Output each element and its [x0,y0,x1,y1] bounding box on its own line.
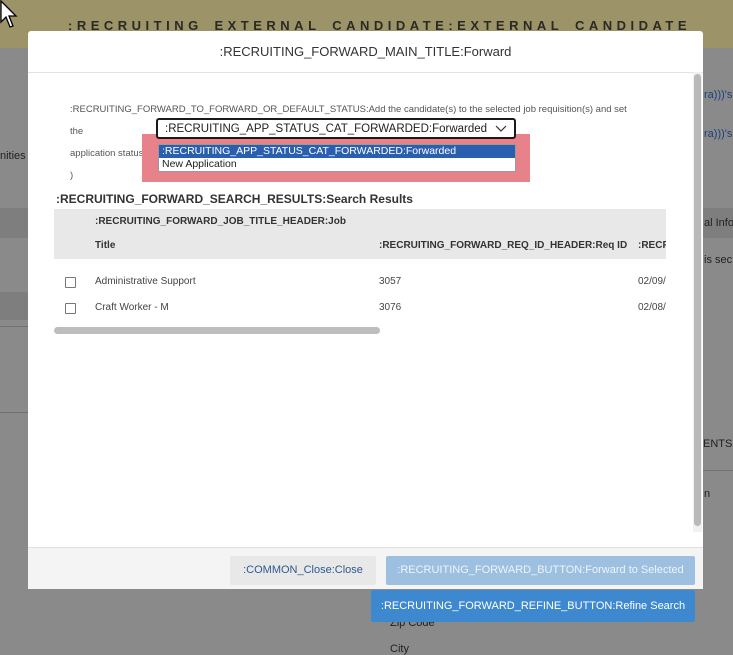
search-results-title: :RECRUITING_FORWARD_SEARCH_RESULTS:Searc… [56,192,413,206]
row-checkbox[interactable] [65,277,76,288]
table-row: Craft Worker - M 3076 02/08/ [54,294,666,320]
row-checkbox[interactable] [65,303,76,314]
column-header-date[interactable]: :RECR [638,240,666,251]
background-text: al Info [704,217,733,229]
status-option-new-application[interactable]: New Application [159,158,515,171]
req-id-cell: 3057 [379,276,402,287]
table-horizontal-scrollbar[interactable] [54,327,380,334]
table-header: :RECRUITING_FORWARD_JOB_TITLE_HEADER:Job… [54,209,666,259]
dialog-vertical-scrollbar[interactable] [694,74,701,526]
table-row: Administrative Support 3057 02/09/ [54,268,666,294]
background-divider [0,326,28,327]
status-option-forwarded[interactable]: :RECRUITING_APP_STATUS_CAT_FORWARDED:For… [159,145,515,158]
refine-search-button[interactable]: :RECRUITING_FORWARD_REFINE_BUTTON:Refine… [371,590,695,622]
background-link: ra)))'s ( [704,89,733,101]
close-button[interactable]: :COMMON_Close:Close [230,556,376,585]
application-status-select[interactable]: :RECRUITING_APP_STATUS_CAT_FORWARDED:For… [156,118,516,139]
job-group-header: :RECRUITING_FORWARD_JOB_TITLE_HEADER:Job [95,216,346,227]
background-band [0,208,28,238]
status-select-value: :RECRUITING_APP_STATUS_CAT_FORWARDED:For… [165,123,488,135]
background-divider [703,470,733,471]
status-options-list: :RECRUITING_APP_STATUS_CAT_FORWARDED:For… [158,144,516,172]
background-text: is sec [704,254,733,266]
req-id-cell: 3076 [379,302,402,313]
forward-to-selected-button[interactable]: :RECRUITING_FORWARD_BUTTON:Forward to Se… [386,556,695,585]
dialog-title: :RECRUITING_FORWARD_MAIN_TITLE:Forward [28,31,703,73]
forward-dialog: :RECRUITING_FORWARD_MAIN_TITLE:Forward :… [28,31,703,589]
background-band [0,292,28,320]
column-header-req-id[interactable]: :RECRUITING_FORWARD_REQ_ID_HEADER:Req ID [379,240,627,251]
job-title-cell: Craft Worker - M [95,302,169,313]
dialog-footer: :COMMON_Close:Close :RECRUITING_FORWARD_… [28,547,703,589]
date-cell: 02/09/ [638,276,666,287]
background-divider [0,412,28,413]
job-title-cell: Administrative Support [95,276,196,287]
background-label: City [390,643,409,655]
background-text: ENTS [703,438,733,450]
background-text: n [704,488,711,500]
background-link: ra)))'s ( [704,128,733,140]
column-header-title[interactable]: Title [95,240,115,251]
date-cell: 02/08/ [638,302,666,313]
mouse-cursor-icon [0,0,18,28]
background-text: nities [0,150,26,162]
chevron-down-icon [495,125,507,132]
results-table: :RECRUITING_FORWARD_JOB_TITLE_HEADER:Job… [54,209,666,335]
